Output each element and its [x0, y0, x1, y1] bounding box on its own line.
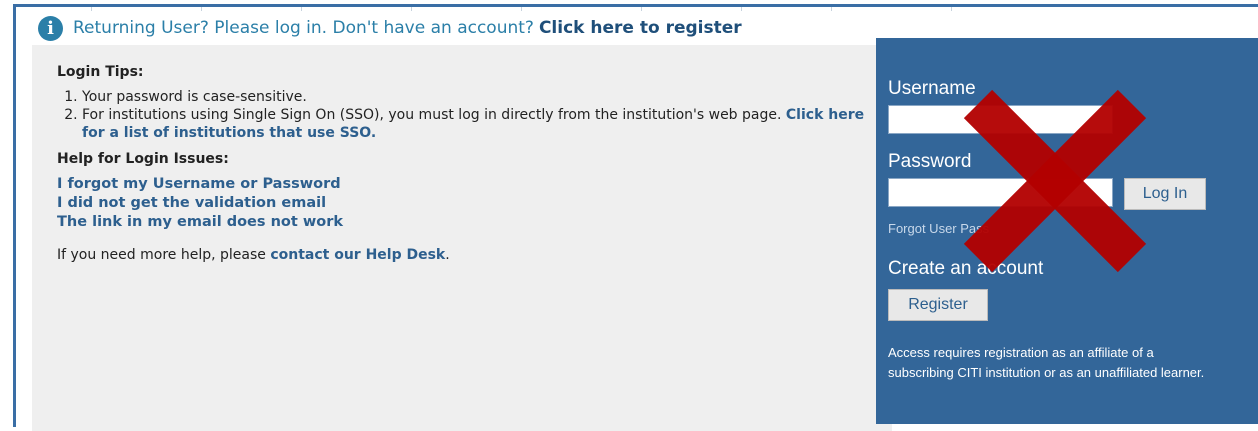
register-link[interactable]: Click here to register — [539, 18, 742, 38]
login-tips-list: Your password is case-sensitive. For ins… — [57, 88, 872, 142]
help-desk-link[interactable]: contact our Help Desk — [270, 247, 445, 263]
list-item: Your password is case-sensitive. — [82, 88, 872, 106]
forgot-credentials-link[interactable]: Forgot User Pass — [888, 221, 989, 236]
login-help-panel: Login Tips: Your password is case-sensit… — [32, 45, 892, 431]
tip-case-sensitive: Your password is case-sensitive. — [82, 89, 307, 105]
tip-sso: For institutions using Single Sign On (S… — [82, 107, 782, 123]
create-account-label: Create an account — [888, 258, 1044, 279]
more-help-suffix: . — [445, 247, 450, 263]
login-tips-title: Login Tips: — [57, 64, 144, 80]
list-item: For institutions using Single Sign On (S… — [82, 106, 872, 142]
password-input[interactable] — [888, 178, 1113, 207]
help-title: Help for Login Issues: — [57, 151, 229, 167]
more-help-text: If you need more help, please contact ou… — [57, 247, 892, 263]
access-note: Access requires registration as an affil… — [888, 345, 1205, 380]
username-label: Username — [888, 78, 976, 99]
help-links: I forgot my Username or Password I did n… — [57, 175, 892, 232]
more-help-prefix: If you need more help, please — [57, 247, 266, 263]
log-in-button[interactable]: Log In — [1124, 178, 1206, 210]
email-link-broken-link[interactable]: The link in my email does not work — [57, 213, 892, 232]
no-validation-email-link[interactable]: I did not get the validation email — [57, 194, 892, 213]
username-input[interactable] — [888, 105, 1113, 134]
info-icon: i — [38, 15, 63, 41]
register-button[interactable]: Register — [888, 289, 988, 321]
login-form-panel: Username Password Log In Forgot User Pas… — [876, 38, 1258, 424]
password-label: Password — [888, 151, 972, 172]
forgot-credentials-link[interactable]: I forgot my Username or Password — [57, 175, 892, 194]
header-text: Returning User? Please log in. Don't hav… — [73, 18, 534, 38]
